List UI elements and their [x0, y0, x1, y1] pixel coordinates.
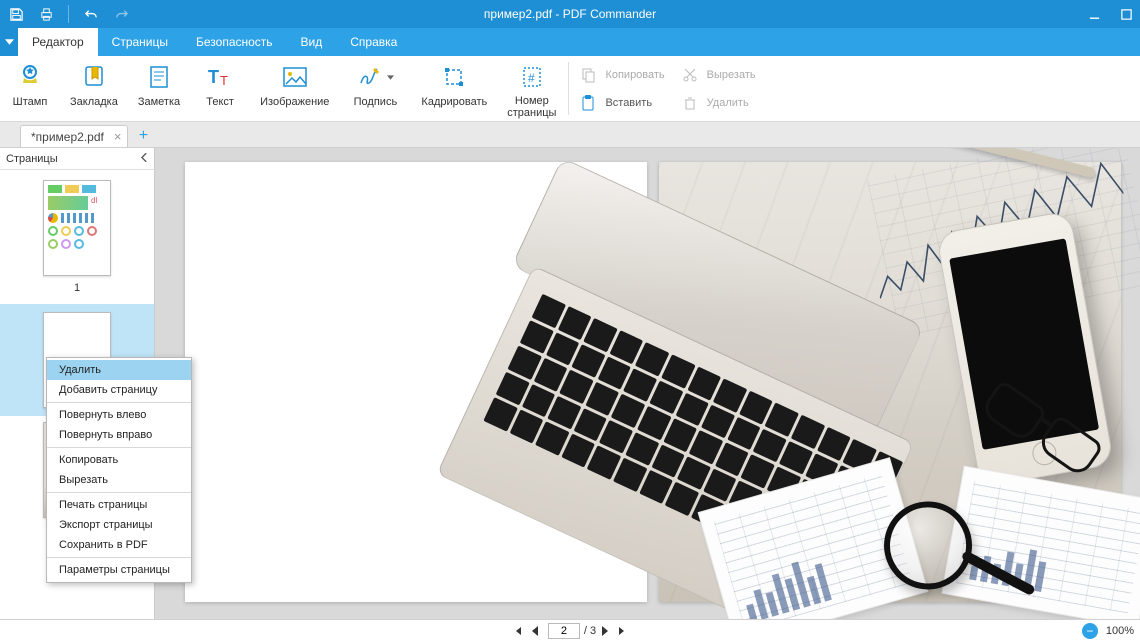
menu-pages[interactable]: Страницы: [98, 28, 182, 56]
next-page-icon[interactable]: [596, 625, 614, 637]
page-number-input[interactable]: [548, 623, 580, 639]
title-bar: пример2.pdf - PDF Commander: [0, 0, 1140, 28]
tool-pagenumber-label: Номер страницы: [507, 95, 556, 119]
ctx-rotate-right[interactable]: Повернуть вправо: [47, 425, 191, 445]
delete-icon: [681, 94, 699, 112]
svg-text:T: T: [220, 73, 228, 88]
signature-icon: [357, 62, 394, 92]
menu-help[interactable]: Справка: [336, 28, 411, 56]
pagenumber-icon: #: [520, 62, 544, 91]
undo-icon[interactable]: [83, 6, 99, 22]
crop-icon: [442, 62, 466, 92]
window-title: пример2.pdf - PDF Commander: [0, 7, 1140, 21]
edit-paste[interactable]: Вставить: [579, 91, 664, 115]
last-page-icon[interactable]: [614, 625, 632, 637]
save-icon[interactable]: [8, 6, 24, 22]
ctx-save-pdf[interactable]: Сохранить в PDF: [47, 535, 191, 555]
zoom-level: 100%: [1106, 625, 1134, 637]
tool-note-label: Заметка: [138, 96, 180, 108]
svg-text:#: #: [528, 71, 535, 85]
zoom-out-button[interactable]: −: [1082, 623, 1098, 639]
edit-delete[interactable]: Удалить: [681, 91, 756, 115]
page-total: / 3: [584, 625, 596, 637]
workspace: Страницы dl 1 3: [0, 148, 1140, 619]
page-canvas[interactable]: [155, 148, 1140, 619]
tool-crop[interactable]: Кадрировать: [411, 56, 497, 121]
tool-stamp-label: Штамп: [13, 96, 48, 108]
bookmark-icon: [82, 62, 106, 92]
stamp-icon: [17, 62, 43, 92]
menu-editor[interactable]: Редактор: [18, 28, 98, 56]
copy-icon: [579, 66, 597, 84]
ctx-export-page[interactable]: Экспорт страницы: [47, 515, 191, 535]
redo-icon[interactable]: [113, 6, 129, 22]
sidebar-title: Страницы: [6, 153, 58, 165]
edit-copy[interactable]: Копировать: [579, 63, 664, 87]
edit-cut[interactable]: Вырезать: [681, 63, 756, 87]
ctx-cut[interactable]: Вырезать: [47, 470, 191, 490]
print-icon[interactable]: [38, 6, 54, 22]
paste-icon: [579, 94, 597, 112]
prev-page-icon[interactable]: [526, 625, 544, 637]
first-page-icon[interactable]: [508, 625, 526, 637]
note-icon: [147, 62, 171, 92]
tool-bookmark-label: Закладка: [70, 96, 118, 108]
minimize-icon[interactable]: [1086, 6, 1102, 22]
tool-image[interactable]: Изображение: [250, 56, 339, 121]
menu-view[interactable]: Вид: [287, 28, 337, 56]
tool-crop-label: Кадрировать: [421, 96, 487, 108]
document-tab[interactable]: *пример2.pdf ×: [20, 125, 128, 147]
ctx-rotate-left[interactable]: Повернуть влево: [47, 405, 191, 425]
tool-note[interactable]: Заметка: [128, 56, 190, 121]
page-navbar: / 3 − 100%: [0, 619, 1140, 641]
document-tab-label: *пример2.pdf: [31, 130, 104, 144]
tool-bookmark[interactable]: Закладка: [60, 56, 128, 121]
ctx-copy[interactable]: Копировать: [47, 450, 191, 470]
tool-pagenumber[interactable]: # Номер страницы: [497, 56, 566, 121]
maximize-icon[interactable]: [1118, 6, 1134, 22]
tool-text-label: Текст: [206, 96, 234, 108]
add-tab-button[interactable]: +: [132, 125, 154, 147]
menu-bar: Редактор Страницы Безопасность Вид Справ…: [0, 28, 1140, 56]
ribbon-toolbar: Штамп Закладка Заметка TT Текст Изображе…: [0, 56, 1140, 122]
text-icon: TT: [206, 62, 234, 92]
page-view-photo[interactable]: [659, 162, 1121, 602]
tool-text[interactable]: TT Текст: [190, 56, 250, 121]
cut-icon: [681, 66, 699, 84]
ctx-print-page[interactable]: Печать страницы: [47, 495, 191, 515]
tool-signature[interactable]: Подпись: [339, 56, 411, 121]
collapse-sidebar-icon[interactable]: [141, 153, 148, 165]
tool-stamp[interactable]: Штамп: [0, 56, 60, 121]
menu-security[interactable]: Безопасность: [182, 28, 287, 56]
context-menu: Удалить Добавить страницу Повернуть влев…: [46, 357, 192, 583]
tool-image-label: Изображение: [260, 96, 329, 108]
close-tab-icon[interactable]: ×: [114, 129, 122, 144]
app-menu-dropdown[interactable]: [0, 28, 18, 56]
svg-text:T: T: [208, 67, 219, 87]
page-thumbnail[interactable]: dl 1: [0, 180, 154, 294]
tool-signature-label: Подпись: [354, 96, 398, 108]
ctx-page-settings[interactable]: Параметры страницы: [47, 560, 191, 580]
ctx-delete[interactable]: Удалить: [47, 360, 191, 380]
image-icon: [282, 62, 308, 92]
ctx-add-page[interactable]: Добавить страницу: [47, 380, 191, 400]
document-tabs: *пример2.pdf × +: [0, 122, 1140, 148]
